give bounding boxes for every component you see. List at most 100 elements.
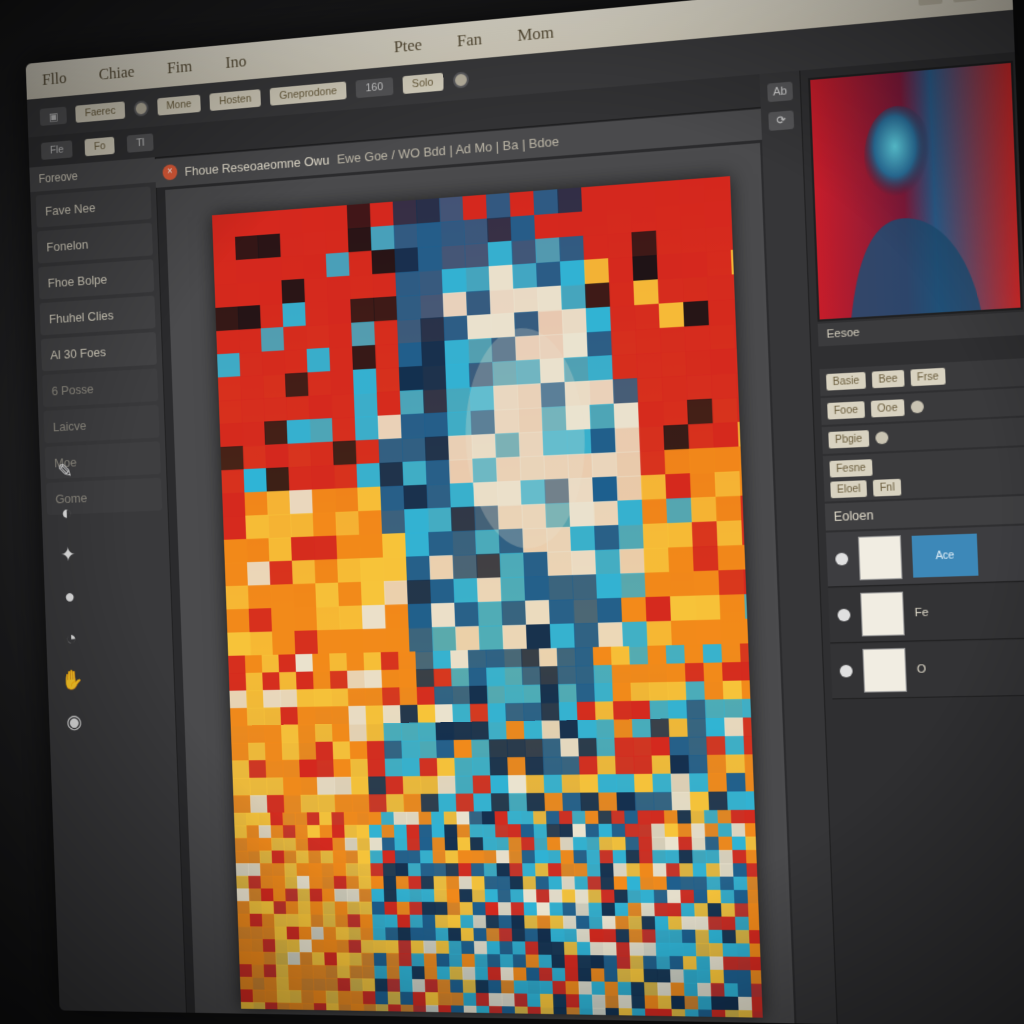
mosaic-tile: [424, 966, 438, 980]
left-panel-item[interactable]: Fave Nee: [35, 186, 152, 228]
mosaic-tile: [648, 681, 669, 702]
mosaic-tile: [288, 990, 303, 1004]
mosaic-tile: [287, 964, 302, 979]
layers-title[interactable]: Eoloen: [833, 508, 873, 524]
property-button[interactable]: Fooe: [827, 401, 865, 420]
options-dot-icon[interactable]: [133, 100, 149, 117]
mosaic-tile: [248, 888, 262, 902]
menu-item-image[interactable]: Fim: [150, 55, 209, 80]
mosaic-tile: [743, 568, 763, 595]
secondary-chip-3[interactable]: Tl: [126, 133, 154, 153]
property-knob-icon[interactable]: [910, 400, 924, 414]
property-button[interactable]: Frse: [910, 367, 946, 387]
left-panel-item[interactable]: Fonelon: [36, 222, 153, 264]
mosaic-tile: [419, 758, 439, 777]
menu-item-select[interactable]: Fan: [439, 28, 500, 53]
mosaic-tile: [466, 314, 492, 340]
options-chip-4[interactable]: Gneprodone: [269, 81, 347, 106]
mosaic-tile: [742, 717, 763, 737]
secondary-chip-1[interactable]: Fle: [40, 140, 73, 160]
property-button[interactable]: Basie: [825, 371, 867, 391]
mosaic-tile: [661, 375, 688, 402]
layer-row[interactable]: O: [830, 639, 1024, 700]
mosaic-tile: [539, 993, 555, 1008]
mosaic-tile: [538, 967, 554, 982]
mosaic-tile: [653, 876, 668, 891]
visibility-eye-icon[interactable]: [837, 608, 851, 622]
mosaic-tile: [542, 738, 562, 758]
mosaic-tile: [458, 863, 473, 877]
zoom-tool-icon[interactable]: ◉: [62, 710, 86, 735]
mosaic-tile: [337, 978, 351, 992]
mosaic-tile: [348, 250, 373, 277]
mosaic-tile: [229, 690, 248, 709]
mosaic-tile: [721, 643, 742, 664]
options-toggle-icon[interactable]: [452, 71, 469, 89]
blur-tool-icon[interactable]: ●: [58, 584, 82, 609]
mosaic-tile: [575, 665, 595, 685]
maximize-button[interactable]: [952, 0, 978, 3]
mosaic-tile: [730, 248, 758, 276]
mosaic-tile: [512, 941, 527, 956]
mosaic-tile: [417, 245, 443, 272]
layer-row[interactable]: Fe: [828, 582, 1024, 644]
options-home-button[interactable]: ▣: [39, 106, 68, 126]
brush-tool-icon[interactable]: ✎: [53, 459, 77, 485]
hand-tool-icon[interactable]: ✋: [61, 668, 85, 693]
mosaic-tile: [392, 199, 418, 226]
mosaic-tile: [520, 824, 535, 838]
secondary-chip-2[interactable]: Fo: [84, 136, 115, 157]
left-panel-item[interactable]: Laicve: [43, 404, 160, 444]
panel-toggle-icon[interactable]: Ab: [767, 81, 794, 103]
mosaic-tile: [501, 992, 515, 1008]
left-panel-item[interactable]: Fhoe Bolpe: [38, 259, 155, 300]
mosaic-tile: [421, 340, 446, 367]
property-button[interactable]: Bee: [871, 369, 905, 389]
mosaic-tile: [525, 954, 540, 969]
property-button[interactable]: Eloel: [830, 480, 868, 499]
menu-item-edit[interactable]: Chiae: [82, 61, 151, 86]
property-button[interactable]: Pbgie: [828, 430, 869, 449]
image-canvas[interactable]: [211, 176, 763, 1018]
mosaic-tile: [247, 584, 272, 610]
layer-row[interactable]: Ace: [825, 525, 1024, 588]
mosaic-tile: [346, 203, 372, 230]
close-tab-icon[interactable]: ×: [162, 164, 178, 181]
mosaic-tile: [702, 643, 723, 664]
left-panel-item[interactable]: 6 Posse: [42, 368, 159, 408]
mosaic-tile: [694, 916, 710, 931]
refresh-icon[interactable]: ⟳: [768, 110, 795, 131]
property-knob-icon[interactable]: [874, 431, 889, 445]
mosaic-tile: [727, 176, 755, 202]
property-button[interactable]: Fnl: [873, 478, 902, 497]
mosaic-tile: [395, 270, 420, 297]
mosaic-tile: [309, 418, 334, 444]
mosaic-tile: [245, 514, 270, 540]
menu-item-file[interactable]: Fllo: [26, 67, 83, 91]
zoom-field[interactable]: 160: [355, 77, 394, 99]
left-panel-item[interactable]: Fhuhel Clies: [39, 295, 156, 336]
menu-item-filter[interactable]: Mom: [499, 21, 572, 48]
visibility-eye-icon[interactable]: [835, 552, 849, 566]
mosaic-tile: [631, 1008, 647, 1018]
mosaic-tile: [526, 792, 546, 812]
left-panel-item[interactable]: Al 30 Foes: [40, 331, 157, 372]
property-button[interactable]: Ooe: [870, 399, 905, 418]
minimize-button[interactable]: [918, 0, 943, 6]
menu-item-type[interactable]: Ptee: [376, 33, 440, 59]
options-chip-2[interactable]: Mone: [156, 94, 201, 116]
visibility-eye-icon[interactable]: [839, 664, 853, 678]
property-button[interactable]: Fesne: [829, 459, 873, 478]
mosaic-tile: [279, 231, 304, 258]
dodge-tool-icon[interactable]: ◔: [59, 626, 83, 651]
options-chip-1[interactable]: Faerec: [75, 101, 125, 123]
mosaic-tile: [398, 940, 412, 954]
eraser-tool-icon[interactable]: ◐: [55, 501, 79, 527]
mosaic-tile: [381, 837, 396, 852]
options-chip-3[interactable]: Hosten: [209, 89, 262, 112]
menu-item-layer[interactable]: Ino: [208, 50, 263, 74]
mosaic-tile: [632, 737, 653, 757]
options-chip-5[interactable]: Solo: [402, 72, 444, 95]
mosaic-tile: [733, 889, 749, 904]
stamp-tool-icon[interactable]: ✦: [56, 542, 80, 568]
